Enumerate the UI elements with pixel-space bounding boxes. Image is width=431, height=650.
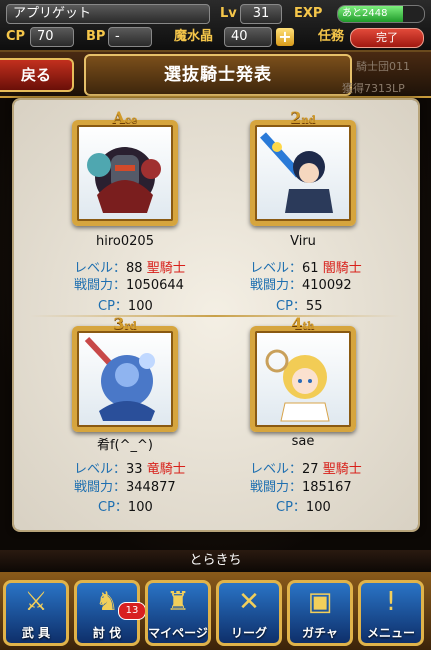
knight-power-row: 戦闘力：185167: [250, 480, 352, 495]
level-label: Lv: [220, 6, 237, 21]
knight-card[interactable]: Ace hiro0205 レベル：88 聖騎士 戦闘力：1050644 CP：1…: [72, 108, 272, 320]
lp-earned-label: 獲得7313LP: [342, 82, 405, 95]
status-bar: アプリゲット Lv 31 EXP あと2448 CP 70 BP - 魔水晶 4…: [0, 0, 431, 52]
cp-value: 70: [30, 27, 74, 47]
holy-knight-portrait: [265, 349, 330, 422]
nav-label: マイページ: [148, 626, 208, 640]
knight-portrait-frame[interactable]: [250, 120, 356, 226]
nav-label: 討 伐: [92, 626, 122, 640]
knight-cp-row: CP：100: [276, 500, 331, 515]
menu-icon: !: [385, 587, 397, 617]
nav-weapon-button[interactable]: ⚔ 武 具: [3, 580, 69, 646]
knight-name: sae: [291, 434, 315, 449]
rank-badge: Ace: [112, 108, 138, 127]
nav-label: メニュー: [366, 626, 415, 640]
knight-power-row: 戦闘力：1050644: [74, 278, 184, 293]
nav-mypage-button[interactable]: ♜ マイページ: [145, 580, 211, 646]
knight-power-row: 戦闘力：344877: [74, 480, 176, 495]
knight-level-row: レベル：33 竜騎士: [74, 462, 186, 477]
knight-name: 肴f(^_^): [96, 438, 153, 453]
knight-helmet-icon: ♜: [166, 587, 190, 617]
treasure-chest-icon: ▣: [307, 587, 333, 617]
exp-bar: あと2448: [337, 5, 425, 23]
rank-badge: 4th: [291, 314, 315, 333]
exp-remaining: あと2448: [342, 8, 388, 19]
knight-portrait-frame[interactable]: [72, 120, 178, 226]
dragon-knight-portrait: [84, 336, 155, 421]
knight-cp-row: CP：100: [98, 299, 153, 314]
page-title: 選抜騎士発表: [84, 54, 352, 96]
add-mana-button[interactable]: +: [276, 28, 294, 46]
knight-power-row: 戦闘力：410092: [250, 278, 352, 293]
knight-card[interactable]: 4th sae レベル：27 聖騎士 戦闘力：185167 CP：100: [250, 314, 431, 526]
knight-level-row: レベル：27 聖騎士: [250, 462, 362, 477]
armored-knight-portrait: [87, 147, 161, 213]
rank-badge: 3rd: [113, 314, 137, 333]
knight-group-label: 騎士団011: [356, 60, 410, 73]
knight-card[interactable]: 3rd 肴f(^_^) レベル：33 竜騎士 戦闘力：344877 CP：100: [72, 314, 272, 526]
nav-league-button[interactable]: ✕ リーグ: [216, 580, 282, 646]
dark-knight-portrait: [260, 132, 333, 213]
nav-gacha-button[interactable]: ▣ ガチャ: [287, 580, 353, 646]
knight-portrait-frame[interactable]: [72, 326, 178, 432]
rank-badge: 2nd: [290, 108, 316, 127]
knight-name: hiro0205: [96, 234, 154, 249]
nav-label: ガチャ: [302, 626, 338, 640]
knight-card[interactable]: 2nd Viru レベル：61 闇騎士 戦闘力：410092 CP：55: [250, 108, 431, 320]
mission-label: 任務: [318, 29, 345, 44]
nav-label: 武 具: [21, 626, 51, 640]
nav-menu-button[interactable]: ! メニュー: [358, 580, 424, 646]
weapon-icon: ⚔: [24, 587, 48, 617]
mana-label: 魔水晶: [174, 29, 214, 44]
knight-cp-row: CP：100: [98, 500, 153, 515]
knight-portrait-frame[interactable]: [250, 326, 356, 432]
mission-status-button[interactable]: 完了: [350, 28, 424, 48]
bp-label: BP: [86, 29, 106, 44]
mana-value: 40: [224, 27, 272, 47]
cp-label: CP: [6, 29, 26, 44]
player-name: アプリゲット: [6, 4, 210, 24]
notification-badge: 13: [118, 602, 146, 620]
knight-cp-row: CP：55: [276, 299, 323, 314]
back-button[interactable]: 戻る: [0, 58, 74, 92]
crossed-swords-icon: ✕: [238, 587, 260, 617]
bp-value: -: [108, 27, 152, 47]
ticker-bar: とらきち: [0, 550, 431, 572]
knight-name: Viru: [290, 234, 316, 249]
level-value: 31: [240, 4, 282, 24]
nav-label: リーグ: [230, 626, 267, 640]
exp-label: EXP: [294, 6, 323, 21]
